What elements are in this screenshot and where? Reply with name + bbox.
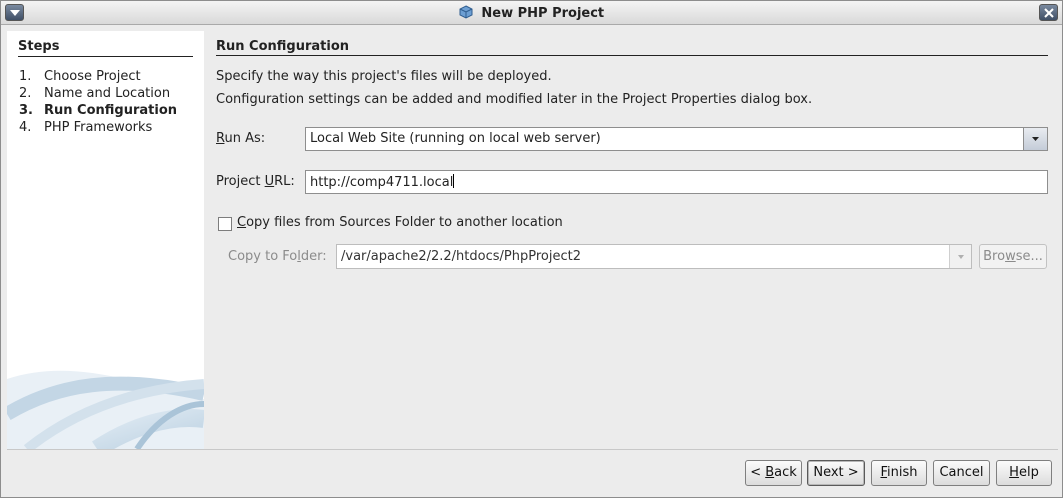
mnemonic: H xyxy=(1009,465,1019,480)
section-title: Run Configuration xyxy=(216,39,350,54)
run-configuration-panel: Run Configuration Specify the way this p… xyxy=(204,31,1060,449)
label-text: elp xyxy=(1018,465,1039,480)
label-text: ack xyxy=(774,465,797,480)
copy-files-label[interactable]: Copy files from Sources Folder to anothe… xyxy=(237,215,563,230)
copy-to-folder-label: Copy to Folder: xyxy=(228,249,327,264)
step-number: 3. xyxy=(19,103,33,118)
project-url-label: Project URL: xyxy=(216,174,295,189)
help-button[interactable]: Help xyxy=(996,460,1052,486)
label-text: un As: xyxy=(224,131,266,146)
title-bar: New PHP Project xyxy=(1,1,1062,25)
steps-list: 1. Choose Project 2. Name and Location 3. R… xyxy=(19,68,177,136)
label-text: se... xyxy=(1015,249,1043,264)
close-button[interactable] xyxy=(1039,4,1058,21)
finish-button[interactable]: Finish xyxy=(871,460,927,486)
steps-divider xyxy=(18,56,193,57)
window-title: New PHP Project xyxy=(481,6,605,21)
step-number: 4. xyxy=(19,120,32,135)
step-label: Choose Project xyxy=(44,69,141,84)
close-icon xyxy=(1044,8,1054,18)
chevron-down-icon xyxy=(958,255,964,259)
steps-heading: Steps xyxy=(18,39,60,54)
description-line-2: Configuration settings can be added and … xyxy=(216,92,813,107)
dialog-window: New PHP Project Steps 1. Choose Project 2… xyxy=(0,0,1063,498)
netbeans-cube-icon xyxy=(459,5,473,19)
label-text: opy files from Sources Folder to another… xyxy=(246,215,563,230)
step-item-4: 4. PHP Frameworks xyxy=(19,119,177,136)
mnemonic: B xyxy=(765,465,775,480)
copy-to-folder-combobox[interactable]: /var/apache2/2.2/htdocs/PhpProject2 xyxy=(336,244,972,269)
project-url-field[interactable]: http://comp4711.local xyxy=(305,170,1048,194)
step-item-2: 2. Name and Location xyxy=(19,85,177,102)
text-caret xyxy=(453,174,455,188)
run-as-combobox[interactable]: Local Web Site (running on local web ser… xyxy=(305,127,1048,151)
description-line-1: Specify the way this project's files wil… xyxy=(216,69,552,84)
run-as-value: Local Web Site (running on local web ser… xyxy=(310,131,601,146)
label-text: Copy to Fo xyxy=(228,249,298,264)
steps-panel: Steps 1. Choose Project 2. Name and Locati… xyxy=(7,31,204,449)
run-as-label: Run As: xyxy=(216,131,265,146)
copy-files-checkbox[interactable] xyxy=(218,217,232,231)
mnemonic: w xyxy=(1005,249,1016,264)
step-label: Name and Location xyxy=(44,86,171,101)
step-number: 2. xyxy=(19,86,32,101)
wizard-decoration-image xyxy=(7,370,204,449)
cancel-button[interactable]: Cancel xyxy=(933,460,990,486)
step-label: Run Configuration xyxy=(44,103,178,118)
window-title-container: New PHP Project xyxy=(1,5,1062,21)
step-item-1: 1. Choose Project xyxy=(19,68,177,85)
copy-to-folder-dropdown-button[interactable] xyxy=(949,245,971,268)
mnemonic: U xyxy=(264,174,275,189)
project-url-value: http://comp4711.local xyxy=(310,174,455,190)
step-label: PHP Frameworks xyxy=(44,120,153,135)
chevron-down-icon xyxy=(1032,137,1039,141)
run-as-dropdown-button[interactable] xyxy=(1023,128,1047,150)
section-divider xyxy=(216,55,1048,56)
mnemonic: C xyxy=(237,215,247,230)
browse-button[interactable]: Browse... xyxy=(979,244,1047,269)
project-url-text: http://comp4711.local xyxy=(310,175,454,190)
back-button[interactable]: < Back xyxy=(745,460,802,486)
label-text: RL: xyxy=(274,174,295,189)
label-text: Bro xyxy=(983,249,1006,264)
step-item-3: 3. Run Configuration xyxy=(19,102,177,119)
next-button[interactable]: Next > xyxy=(807,460,865,486)
step-number: 1. xyxy=(19,69,32,84)
label-text: Project xyxy=(216,174,265,189)
label-text: der: xyxy=(300,249,327,264)
copy-to-folder-value: /var/apache2/2.2/htdocs/PhpProject2 xyxy=(341,249,581,264)
footer-divider xyxy=(7,449,1058,450)
label-text: < xyxy=(750,465,766,480)
label-text: inish xyxy=(887,465,918,480)
